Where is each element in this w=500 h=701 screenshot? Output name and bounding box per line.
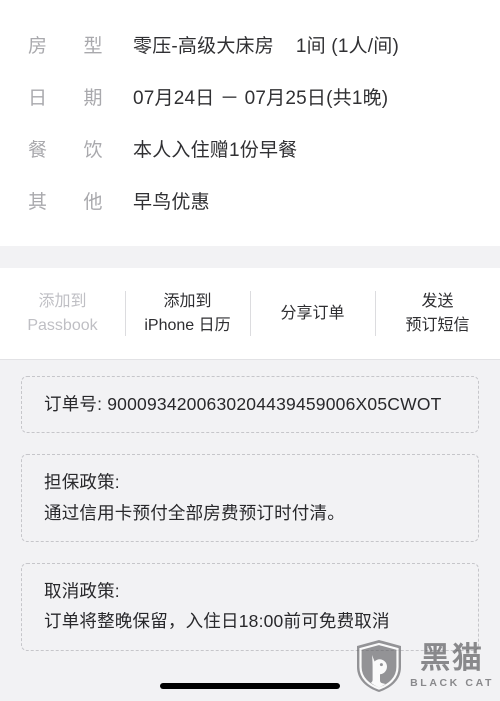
detail-value-date: 07月24日 － 07月25日(共1晚) — [133, 87, 389, 109]
detail-row: 日 期 07月24日 － 07月25日(共1晚) — [0, 70, 500, 122]
order-number-card[interactable]: 订单号: 9000934200630204439459006X05CWOT — [21, 376, 479, 434]
button-label-line1: 添加到 — [163, 293, 212, 311]
label-char: 房 — [28, 35, 48, 57]
cancellation-policy-title: 取消政策: — [44, 581, 120, 602]
watermark-en-label: BLACK CAT — [410, 676, 494, 689]
cancellation-policy-card: 取消政策: 订单将整晚保留，入住日18:00前可免费取消 — [21, 563, 479, 651]
label-char: 日 — [28, 87, 48, 109]
detail-value-room-type: 零压-高级大床房 1间 (1人/间) — [133, 35, 399, 57]
label-char: 饮 — [83, 139, 103, 161]
detail-value-dining: 本人入住赠1份早餐 — [133, 139, 298, 161]
detail-row: 餐 饮 本人入住赠1份早餐 — [0, 122, 500, 174]
detail-label-other: 其 他 — [28, 187, 133, 214]
detail-label-date: 日 期 — [28, 83, 133, 110]
label-char: 型 — [83, 35, 103, 57]
button-label-line1: 添加到 — [38, 293, 87, 311]
guarantee-policy-card: 担保政策: 通过信用卡预付全部房费预订时付清。 — [21, 454, 479, 543]
booking-detail-panel: 房 型 零压-高级大床房 1间 (1人/间) 日 期 07月24日 － 07月2… — [0, 0, 500, 246]
guarantee-policy-text: 通过信用卡预付全部房费预订时付清。 — [44, 502, 345, 523]
button-label-line2: iPhone 日历 — [144, 316, 231, 334]
home-indicator[interactable] — [160, 683, 340, 689]
detail-value-other: 早鸟优惠 — [133, 191, 210, 213]
section-gap — [0, 246, 500, 268]
label-char: 他 — [83, 191, 103, 213]
add-to-iphone-calendar-button[interactable]: 添加到 iPhone 日历 — [125, 268, 250, 359]
info-card-list: 订单号: 9000934200630204439459006X05CWOT 担保… — [0, 360, 500, 651]
label-char: 餐 — [28, 139, 48, 161]
add-to-passbook-button[interactable]: 添加到 Passbook — [0, 268, 125, 359]
label-char: 期 — [83, 87, 103, 109]
button-label-line1: 分享订单 — [280, 304, 345, 322]
detail-label-dining: 餐 饮 — [28, 135, 133, 162]
detail-row: 房 型 零压-高级大床房 1间 (1人/间) — [0, 18, 500, 70]
button-label-line1: 发送 — [421, 293, 454, 311]
detail-row: 其 他 早鸟优惠 — [0, 174, 500, 226]
guarantee-policy-title: 担保政策: — [44, 472, 120, 493]
button-label-line2: Passbook — [27, 316, 98, 334]
order-number-text: 订单号: 9000934200630204439459006X05CWOT — [44, 394, 442, 414]
label-char: 其 — [28, 191, 48, 213]
button-label-line2: 预订短信 — [405, 316, 470, 334]
send-booking-sms-button[interactable]: 发送 预订短信 — [375, 268, 500, 359]
action-button-bar: 添加到 Passbook 添加到 iPhone 日历 分享订单 发送 预订短信 — [0, 268, 500, 360]
detail-label-room-type: 房 型 — [28, 31, 133, 58]
cancellation-policy-text: 订单将整晚保留，入住日18:00前可免费取消 — [44, 611, 390, 632]
share-order-button[interactable]: 分享订单 — [250, 268, 375, 359]
